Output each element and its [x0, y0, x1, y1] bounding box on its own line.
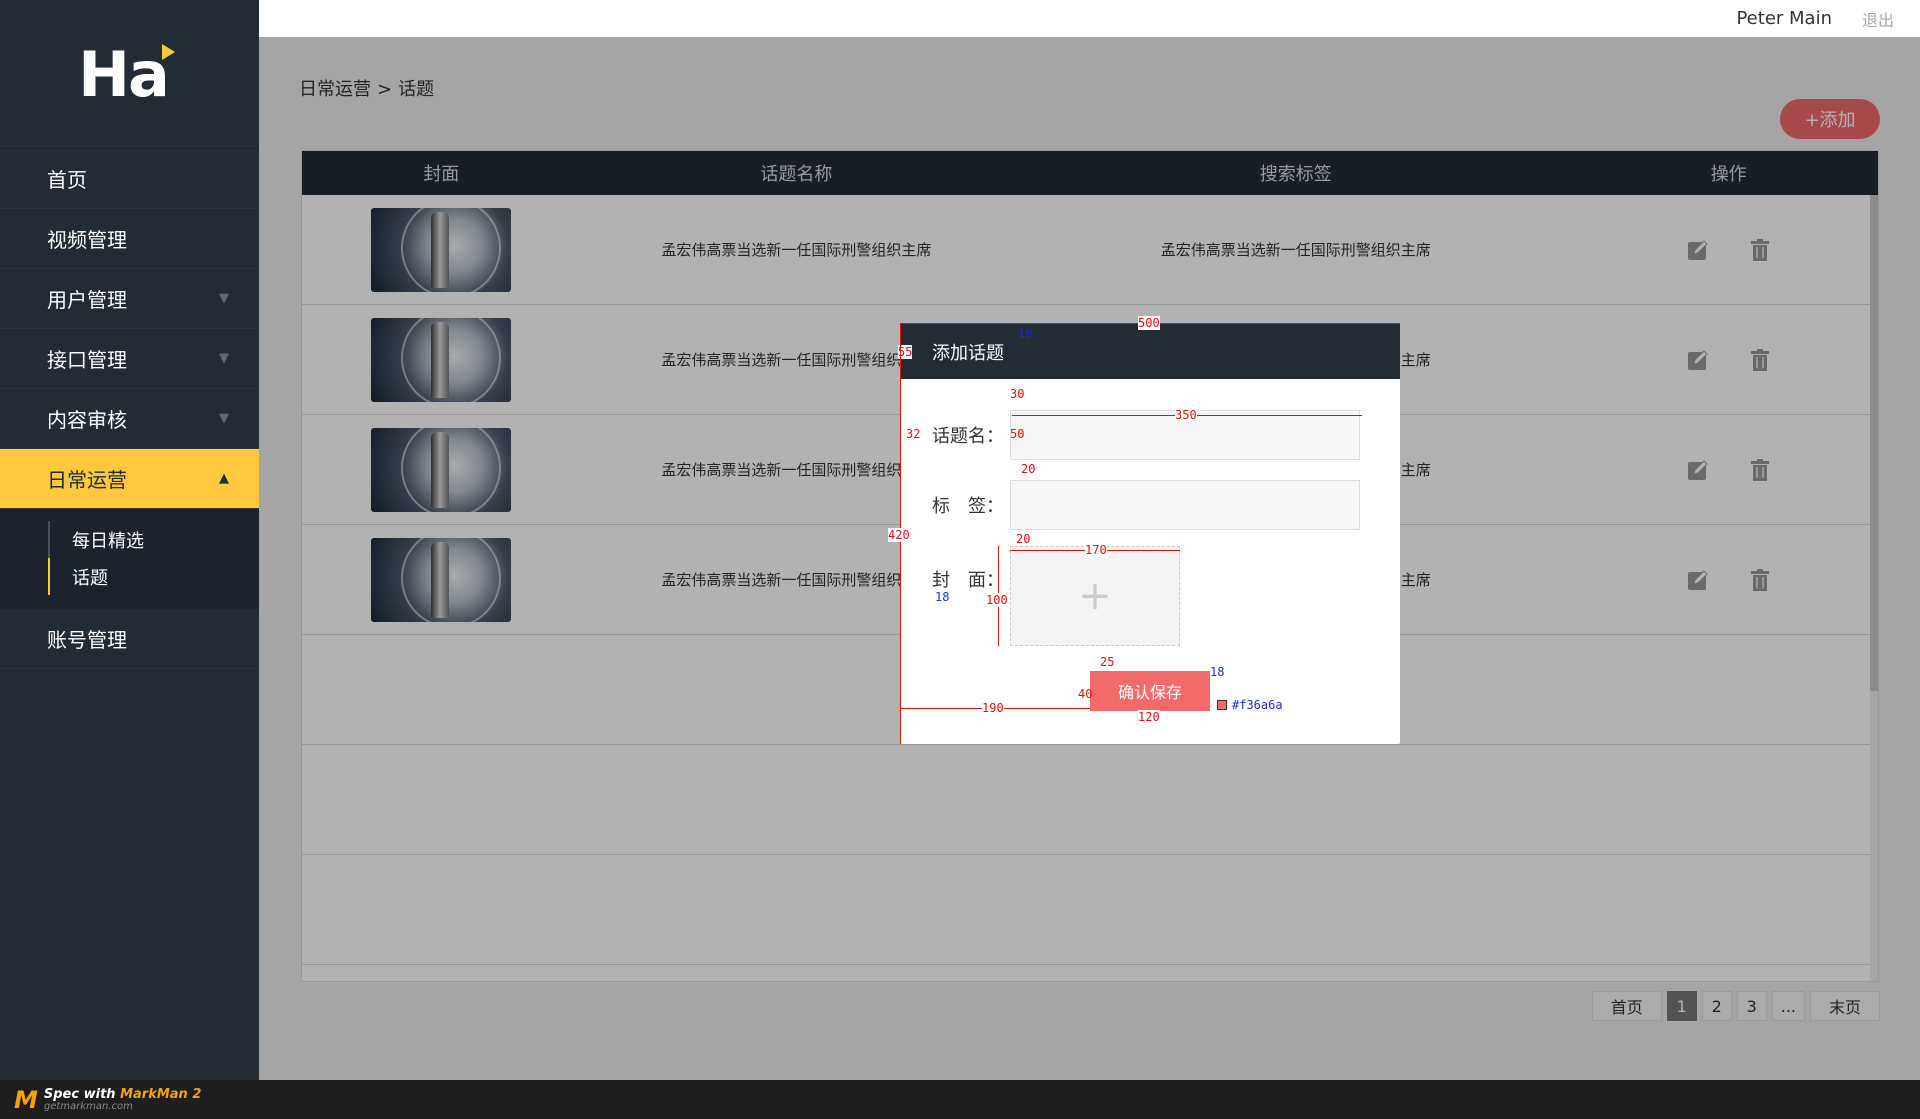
spec-font-18: 18	[1018, 327, 1033, 341]
spec-width-120: 120	[1138, 710, 1160, 724]
spec-gap-25: 25	[1100, 655, 1115, 669]
markman-brand: Spec with MarkMan 2 getmarkman.com	[44, 1088, 202, 1112]
user-name[interactable]: Peter Main	[1736, 8, 1832, 29]
spec-height-50: 50	[1010, 427, 1025, 441]
spec-width-170: 170	[1085, 543, 1107, 557]
cover-upload[interactable]: +	[1010, 546, 1180, 646]
brand-prefix: Spec with	[43, 1086, 121, 1102]
spec-width-500: 500	[1138, 316, 1160, 330]
form-row-tag: 标 签：	[932, 480, 1012, 530]
spec-font-18: 18	[935, 590, 950, 604]
add-topic-dialog: 添加话题 话题名： 标 签： 封 面： + 确认保存	[900, 324, 1400, 744]
plus-icon: +	[1078, 573, 1112, 619]
logout-link[interactable]: 退出	[1862, 7, 1894, 31]
spec-gap-30: 30	[1010, 387, 1025, 401]
markman-logo-icon: M	[14, 1085, 38, 1114]
spec-color: #f36a6a	[1232, 698, 1283, 712]
top-bar: Peter Main 退出	[259, 0, 1920, 37]
spec-pad-32: 32	[906, 427, 921, 441]
cover-label: 封 面：	[932, 570, 1004, 591]
spec-gap-20: 20	[1016, 532, 1031, 546]
spec-height-40: 40	[1078, 687, 1093, 701]
spec-height-100: 100	[986, 593, 1008, 607]
tag-input[interactable]	[1010, 480, 1360, 530]
brand-name: MarkMan 2	[120, 1086, 202, 1102]
form-row-name: 话题名：	[932, 410, 1012, 460]
spec-font-18: 18	[1210, 665, 1225, 679]
tag-label: 标 签：	[932, 496, 1004, 517]
confirm-save-button[interactable]: 确认保存	[1090, 671, 1210, 711]
spec-height-420: 420	[888, 528, 910, 542]
topic-name-label: 话题名：	[932, 426, 1004, 447]
dialog-header: 添加话题	[900, 324, 1400, 379]
brand-site: getmarkman.com	[43, 1100, 133, 1112]
spec-left-190: 190	[982, 701, 1004, 715]
dialog-title: 添加话题	[932, 342, 1004, 364]
color-swatch	[1217, 700, 1227, 710]
spec-gap-20: 20	[1021, 462, 1036, 476]
markman-footer: M Spec with MarkMan 2 getmarkman.com	[0, 1080, 1920, 1119]
spec-width-350: 350	[1175, 408, 1197, 422]
